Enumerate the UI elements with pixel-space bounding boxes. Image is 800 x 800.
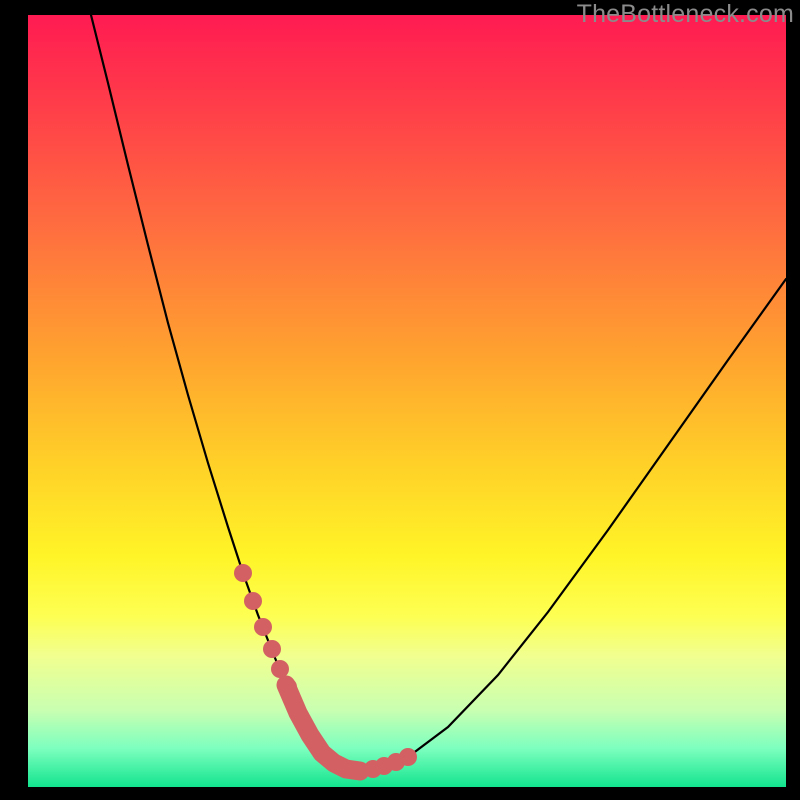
highlight-dot xyxy=(234,564,252,582)
highlight-dot xyxy=(254,618,272,636)
highlight-dot xyxy=(399,748,417,766)
curve-group xyxy=(91,15,786,778)
watermark-text: TheBottleneck.com xyxy=(577,0,794,29)
highlight-dot xyxy=(271,660,289,678)
highlight-dot xyxy=(263,640,281,658)
bottleneck-chart xyxy=(28,15,786,787)
highlight-flat xyxy=(286,685,360,771)
bottleneck-curve xyxy=(91,15,786,771)
highlight-dot xyxy=(244,592,262,610)
chart-frame xyxy=(28,15,786,787)
